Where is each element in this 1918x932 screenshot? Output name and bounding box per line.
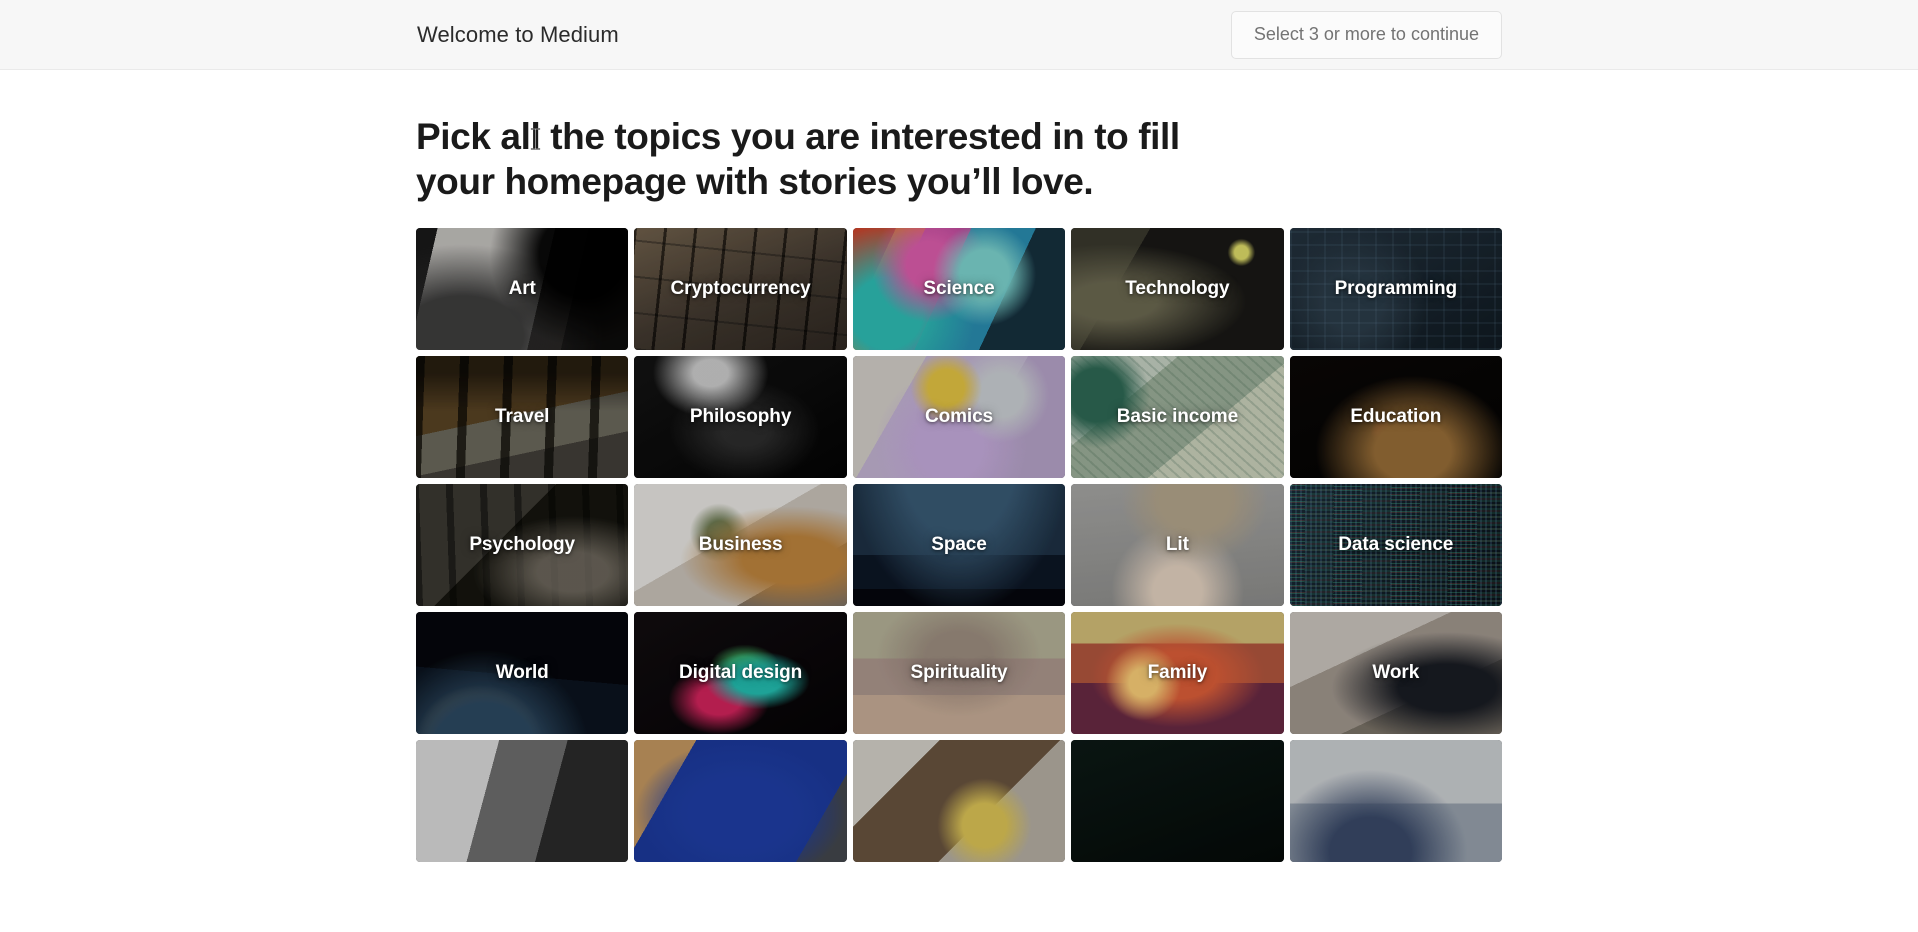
topic-tile[interactable]: Education [1289,356,1502,479]
topic-tile[interactable] [634,740,847,863]
topic-grid: Art Cryptocurrency Science Technology Progra… [416,228,1502,863]
topic-tile[interactable]: Psychology [416,484,629,607]
topic-tile[interactable]: Business [634,484,847,607]
topic-tile[interactable]: Art [416,228,629,351]
topic-tile[interactable]: Spirituality [852,612,1066,735]
topic-tile-label: Spirituality [910,661,1008,683]
topic-tile-label: Work [1372,661,1420,683]
topic-tile[interactable]: Science [852,228,1066,351]
topic-tile-label: Family [1147,661,1208,683]
topic-tile-label: Basic income [1116,405,1239,427]
topic-tile[interactable]: Technology [1071,228,1284,351]
topic-tile[interactable] [1071,740,1284,863]
topic-tile-label: Cryptocurrency [670,277,811,299]
topic-tile-overlay [1289,740,1502,863]
page-title: Welcome to Medium [417,21,619,47]
topic-tile[interactable]: Lit [1071,484,1284,607]
topic-tile-label: Psychology [469,533,576,555]
main-content: Pick all the topics you are interested i… [416,70,1502,863]
topic-tile[interactable]: Travel [416,356,629,479]
topic-tile-overlay [1071,740,1284,863]
topic-tile-label: Technology [1125,277,1230,299]
topic-tile[interactable]: Space [852,484,1066,607]
topic-tile[interactable]: Family [1071,612,1284,735]
topic-tile-label: Art [508,277,536,299]
topic-tile-label: Business [698,533,783,555]
topic-tile-overlay [416,740,629,863]
topic-tile-label: Lit [1165,533,1189,555]
header-inner: Welcome to Medium Select 3 or more to co… [416,0,1502,69]
topic-tile-overlay [852,740,1066,863]
topic-tile[interactable]: Digital design [634,612,847,735]
topic-tile[interactable]: Comics [852,356,1066,479]
topic-tile-label: Data science [1338,533,1454,555]
topic-tile-label: Philosophy [689,405,792,427]
topic-tile[interactable]: Cryptocurrency [634,228,847,351]
continue-button[interactable]: Select 3 or more to continue [1230,10,1502,59]
topics-heading: Pick all the topics you are interested i… [416,116,1180,203]
topic-tile[interactable]: Programming [1289,228,1502,351]
topic-tile[interactable] [416,740,629,863]
topic-tile-label: Science [923,277,995,299]
topic-tile-label: Programming [1334,277,1458,299]
topic-tile-label: Space [931,533,987,555]
topic-tile[interactable] [852,740,1066,863]
topic-tile-overlay [634,740,847,863]
topic-tile-label: Comics [924,405,994,427]
topic-tile[interactable]: Data science [1289,484,1502,607]
app-header: Welcome to Medium Select 3 or more to co… [0,0,1918,70]
topic-tile-label: Digital design [679,661,803,683]
topic-tile-label: Travel [495,405,550,427]
topic-tile[interactable] [1289,740,1502,863]
topic-tile[interactable]: World [416,612,629,735]
topic-tile-label: Education [1350,405,1442,427]
topic-tile[interactable]: Work [1289,612,1502,735]
topic-tile[interactable]: Philosophy [634,356,847,479]
topic-tile-label: World [495,661,549,683]
topic-tile[interactable]: Basic income [1071,356,1284,479]
